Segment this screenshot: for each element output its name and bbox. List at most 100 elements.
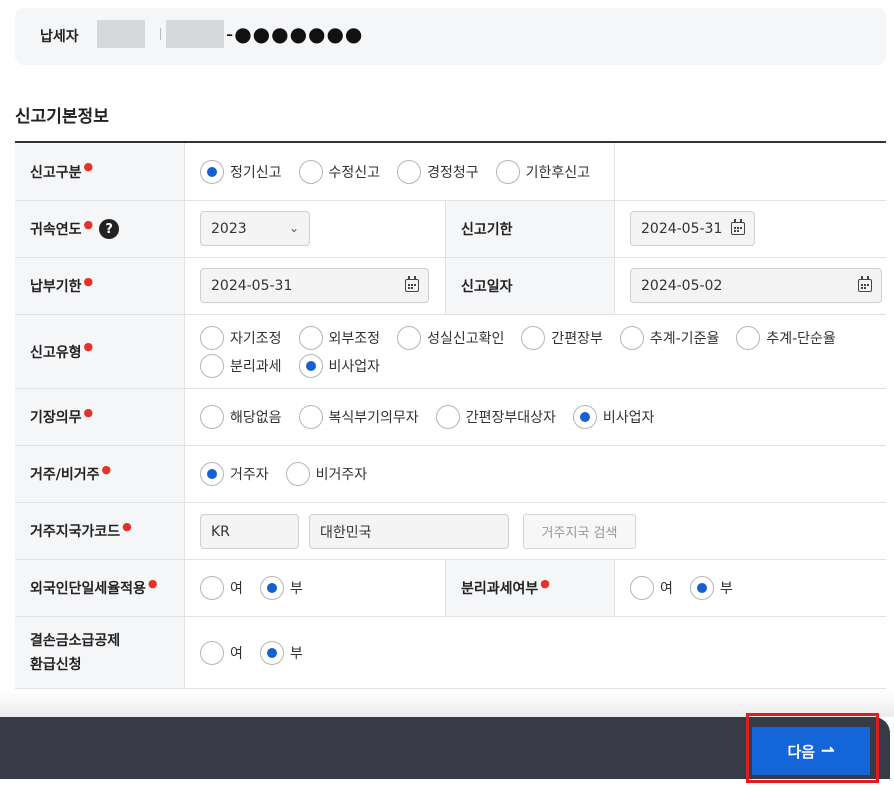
report-deadline-field: 2024-05-31 xyxy=(630,211,755,246)
required-mark: ● xyxy=(101,462,112,476)
radio-circle[interactable] xyxy=(736,326,761,350)
cell-divider xyxy=(614,143,615,200)
radio-circle[interactable] xyxy=(397,160,422,184)
radio-external-adjustment[interactable]: 외부조정 xyxy=(298,326,380,350)
taxpayer-info: 납세자 -●●●●●●● xyxy=(15,8,886,65)
label-loss-carryback: 결손금소급공제 환급신청 xyxy=(15,617,185,688)
radio-separate-taxation[interactable]: 분리과세 xyxy=(200,354,282,378)
label-report-date: 신고일자 xyxy=(445,258,615,314)
radio-carryback-yes[interactable]: 여 xyxy=(200,641,243,665)
radio-circle-selected[interactable] xyxy=(259,576,284,600)
radio-correction-claim[interactable]: 경정청구 xyxy=(397,160,479,184)
label-year: 귀속연도 ●? xyxy=(15,201,185,257)
radio-non-business[interactable]: 비사업자 xyxy=(298,354,380,378)
calendar-icon[interactable] xyxy=(858,276,872,292)
radio-circle[interactable] xyxy=(619,326,644,350)
masked-id-prefix xyxy=(166,20,224,48)
report-date-field[interactable]: 2024-05-02 xyxy=(630,268,882,303)
radio-circle-selected[interactable] xyxy=(200,160,224,184)
radio-circle[interactable] xyxy=(285,462,310,486)
radio-self-adjustment[interactable]: 자기조정 xyxy=(200,326,282,350)
radio-circle-selected[interactable] xyxy=(689,576,714,600)
taxpayer-label: 납세자 xyxy=(40,29,79,45)
separate-taxation-radio-group: 여 부 xyxy=(630,576,750,600)
row-loss-carryback: 결손금소급공제 환급신청 여 부 xyxy=(15,617,886,689)
radio-circle[interactable] xyxy=(397,326,422,350)
radio-estimate-standard[interactable]: 추계-기준율 xyxy=(619,326,719,350)
year-select[interactable]: 2023 ⌄ xyxy=(200,211,310,246)
radio-simple-ledger[interactable]: 간편장부 xyxy=(521,326,603,350)
radio-circle[interactable] xyxy=(200,405,224,429)
radio-circle-selected[interactable] xyxy=(200,462,224,486)
required-mark: ● xyxy=(83,274,94,288)
radio-circle[interactable] xyxy=(200,641,224,665)
radio-circle[interactable] xyxy=(521,326,546,350)
payment-deadline-field[interactable]: 2024-05-31 xyxy=(200,268,429,303)
label-report-deadline: 신고기한 xyxy=(445,201,615,257)
calendar-icon[interactable] xyxy=(731,219,745,235)
help-icon[interactable]: ? xyxy=(99,219,120,239)
radio-carryback-no[interactable]: 부 xyxy=(259,641,303,665)
label-residency: 거주/비거주 ● xyxy=(15,446,185,502)
row-report-kind: 신고유형 ● 자기조정 외부조정 성실신고확인 간편장부 추계-기준율 추계-단순… xyxy=(15,315,886,389)
country-code-input: KR xyxy=(200,514,299,549)
radio-circle-selected[interactable] xyxy=(572,405,597,429)
report-type-radio-group: 정기신고 수정신고 경정청구 기한후신고 xyxy=(200,160,607,184)
bookkeeping-radio-group: 해당없음 복식부기의무자 간편장부대상자 비사업자 xyxy=(200,405,671,429)
masked-id-suffix: -●●●●●●● xyxy=(226,22,364,46)
radio-resident[interactable]: 거주자 xyxy=(200,462,269,486)
radio-separate-yes[interactable]: 여 xyxy=(630,576,673,600)
radio-circle[interactable] xyxy=(200,576,224,600)
residency-radio-group: 거주자 비거주자 xyxy=(200,462,384,486)
radio-amended-report[interactable]: 수정신고 xyxy=(298,160,380,184)
required-mark: ● xyxy=(122,519,132,533)
label-report-kind: 신고유형 ● xyxy=(15,315,185,388)
row-residency: 거주/비거주 ● 거주자 비거주자 xyxy=(15,446,886,503)
radio-circle[interactable] xyxy=(298,405,323,429)
row-bookkeeping: 기장의무 ● 해당없음 복식부기의무자 간편장부대상자 비사업자 xyxy=(15,389,886,446)
radio-circle[interactable] xyxy=(435,405,460,429)
country-name-input: 대한민국 xyxy=(309,514,509,549)
highlight-box xyxy=(746,713,879,783)
row-report-type: 신고구분 ● 정기신고 수정신고 경정청구 기한후신고 xyxy=(15,143,886,201)
calendar-icon[interactable] xyxy=(405,276,419,292)
radio-circle[interactable] xyxy=(630,576,654,600)
required-mark: ● xyxy=(83,217,94,231)
radio-flat-rate-yes[interactable]: 여 xyxy=(200,576,243,600)
label-foreign-flat-rate: 외국인단일세율적용 ● xyxy=(15,560,185,616)
label-separate-taxation: 분리과세여부 ● xyxy=(445,560,615,616)
country-search-button[interactable]: 거주지국 검색 xyxy=(523,514,636,549)
radio-flat-rate-no[interactable]: 부 xyxy=(259,576,303,600)
divider xyxy=(160,28,161,40)
required-mark: ● xyxy=(83,405,94,419)
row-foreign-flat-rate: 외국인단일세율적용 ● 여 부 분리과세여부 ● 여 부 xyxy=(15,560,886,617)
radio-double-entry[interactable]: 복식부기의무자 xyxy=(298,405,419,429)
radio-circle[interactable] xyxy=(200,354,224,378)
radio-circle[interactable] xyxy=(495,160,520,184)
radio-regular-report[interactable]: 정기신고 xyxy=(200,160,282,184)
radio-circle[interactable] xyxy=(298,326,323,350)
radio-circle[interactable] xyxy=(200,326,224,350)
required-mark: ● xyxy=(540,576,550,590)
radio-circle[interactable] xyxy=(298,160,323,184)
label-country-code: 거주지국가코드 ● xyxy=(15,503,185,559)
radio-diligent-report[interactable]: 성실신고확인 xyxy=(397,326,504,350)
radio-estimate-simple[interactable]: 추계-단순율 xyxy=(736,326,836,350)
radio-simple-ledger-target[interactable]: 간편장부대상자 xyxy=(435,405,556,429)
radio-separate-no[interactable]: 부 xyxy=(689,576,733,600)
section-title: 신고기본정보 xyxy=(15,107,109,127)
masked-name xyxy=(97,20,145,48)
radio-circle-selected[interactable] xyxy=(298,354,323,378)
radio-circle-selected[interactable] xyxy=(259,641,284,665)
row-deadlines: 납부기한 ● 2024-05-31 신고일자 2024-05-02 xyxy=(15,258,886,315)
radio-non-resident[interactable]: 비거주자 xyxy=(285,462,367,486)
radio-bookkeeping-non-business[interactable]: 비사업자 xyxy=(572,405,654,429)
label-report-type: 신고구분 ● xyxy=(15,143,185,200)
radio-not-applicable[interactable]: 해당없음 xyxy=(200,405,282,429)
radio-late-report[interactable]: 기한후신고 xyxy=(495,160,590,184)
required-mark: ● xyxy=(147,576,158,590)
row-country-code: 거주지국가코드 ● KR 대한민국 거주지국 검색 xyxy=(15,503,886,560)
basic-info-form: 신고구분 ● 정기신고 수정신고 경정청구 기한후신고 귀속연도 ●? 2023 ⌄ … xyxy=(15,141,886,689)
label-payment-deadline: 납부기한 ● xyxy=(15,258,185,314)
foreign-flat-rate-radio-group: 여 부 xyxy=(200,576,320,600)
